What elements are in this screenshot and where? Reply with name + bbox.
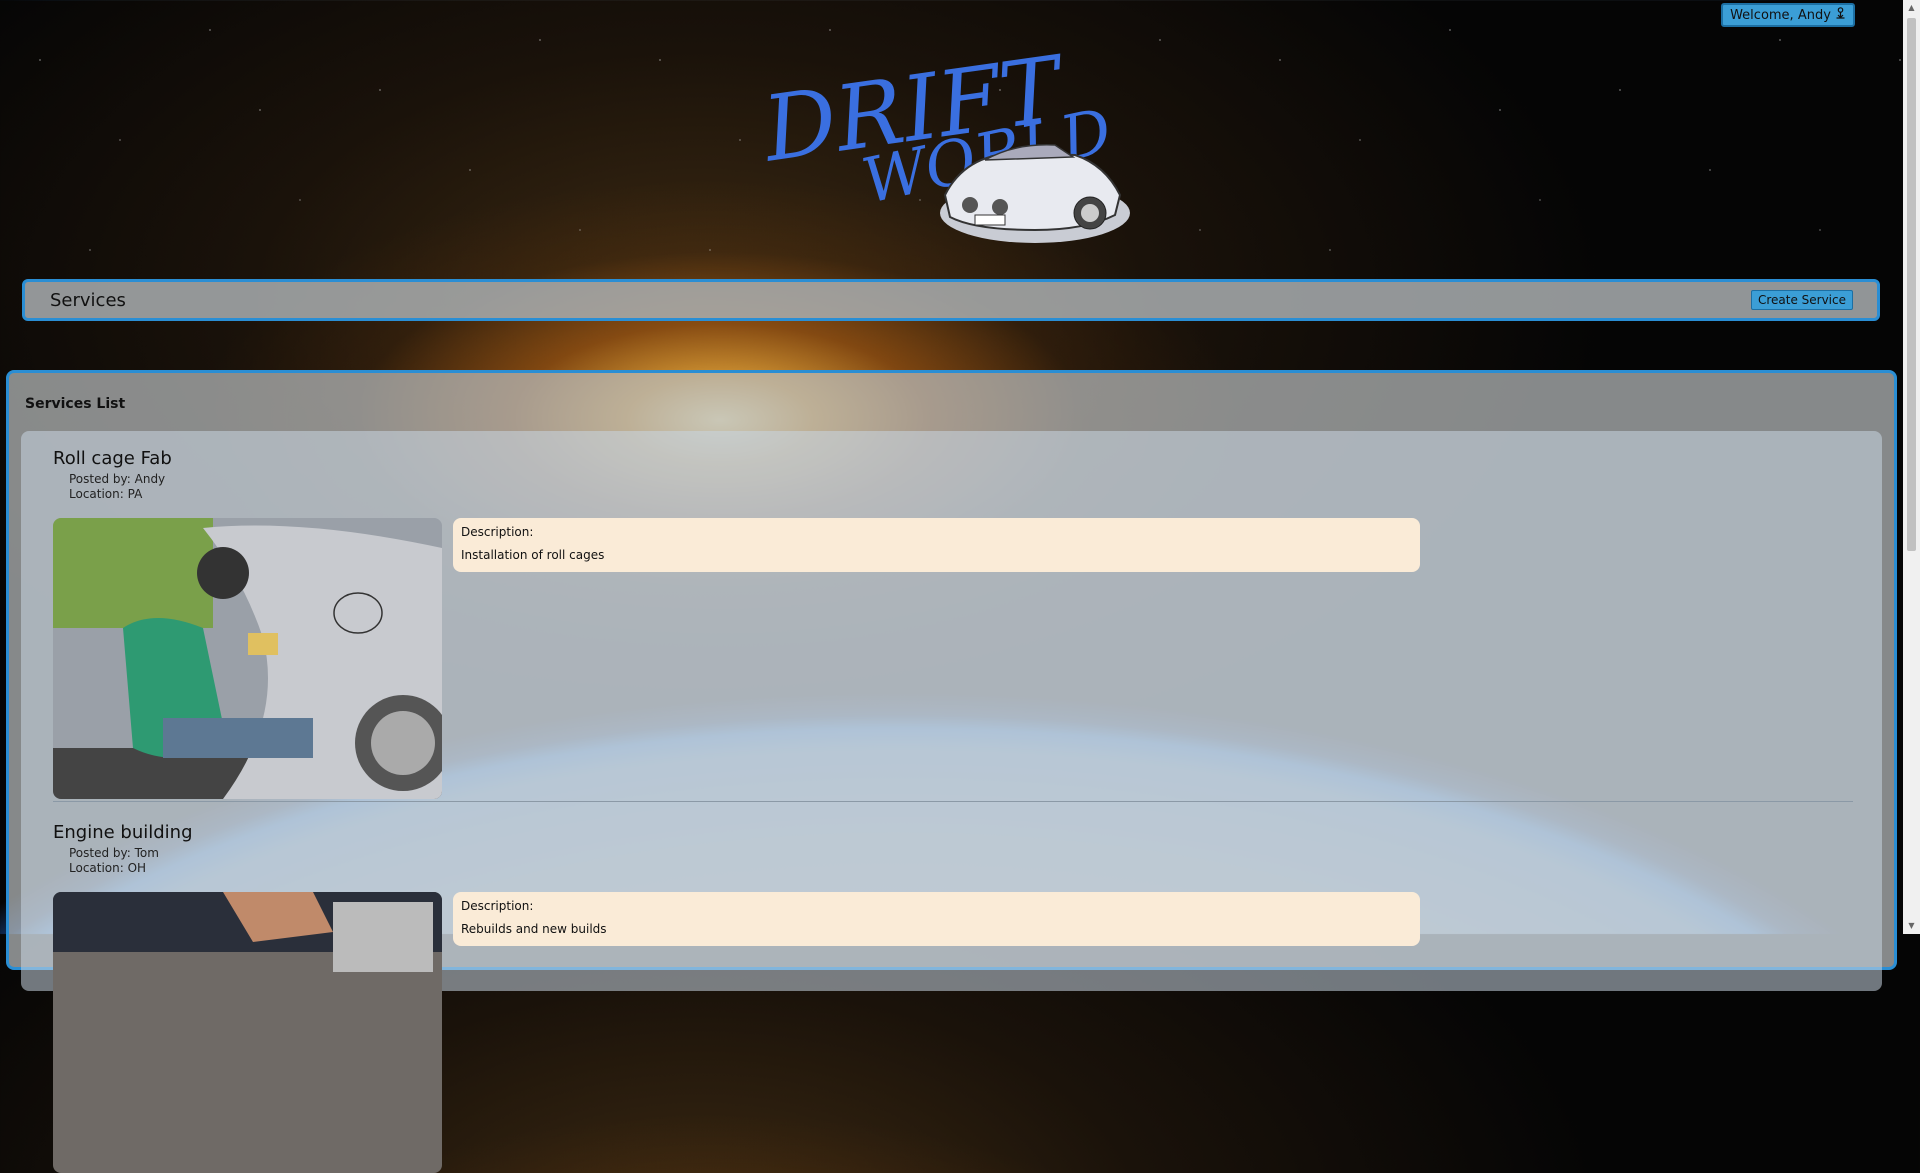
service-description-box: Description: Installation of roll cages <box>453 518 1420 572</box>
create-service-button[interactable]: Create Service <box>1750 290 1853 310</box>
welcome-label: Welcome, Andy <box>1730 7 1831 23</box>
service-title: Roll cage Fab <box>53 448 172 469</box>
service-title: Engine building <box>53 822 193 843</box>
scrollbar-thumb[interactable] <box>1907 18 1916 551</box>
user-icon <box>1835 7 1846 23</box>
service-posted-by: Posted by: Tom <box>69 846 159 860</box>
description-label: Description: <box>461 525 534 539</box>
service-photo <box>53 518 442 799</box>
description-text: Installation of roll cages <box>461 548 605 562</box>
service-posted-by: Posted by: Andy <box>69 472 166 486</box>
scroll-down-icon[interactable]: ▼ <box>1903 918 1920 934</box>
list-item[interactable]: Roll cage Fab Posted by: Andy Location: … <box>53 448 1853 799</box>
scroll-up-icon[interactable]: ▲ <box>1903 0 1920 16</box>
drift-world-logo[interactable]: DRIFT WORLD <box>755 36 1145 250</box>
service-photo <box>53 892 442 1173</box>
divider <box>53 801 1853 802</box>
services-header-bar: Services Create Service <box>22 279 1880 321</box>
services-list-panel: Services List Roll cage Fab Posted by: A… <box>6 370 1897 1173</box>
list-item[interactable]: Engine building Posted by: Tom Location:… <box>53 822 1853 1173</box>
service-location: Location: PA <box>69 487 143 501</box>
description-label: Description: <box>461 899 534 913</box>
service-location: Location: OH <box>69 861 147 875</box>
welcome-user-button[interactable]: Welcome, Andy <box>1721 3 1855 27</box>
service-description-box: Description: Rebuilds and new builds <box>453 892 1420 946</box>
services-list-container: Roll cage Fab Posted by: Andy Location: … <box>21 431 1882 1173</box>
page-title: Services <box>50 290 126 311</box>
services-list-heading: Services List <box>25 396 126 412</box>
page-scrollbar[interactable]: ▲ ▼ <box>1903 0 1920 934</box>
